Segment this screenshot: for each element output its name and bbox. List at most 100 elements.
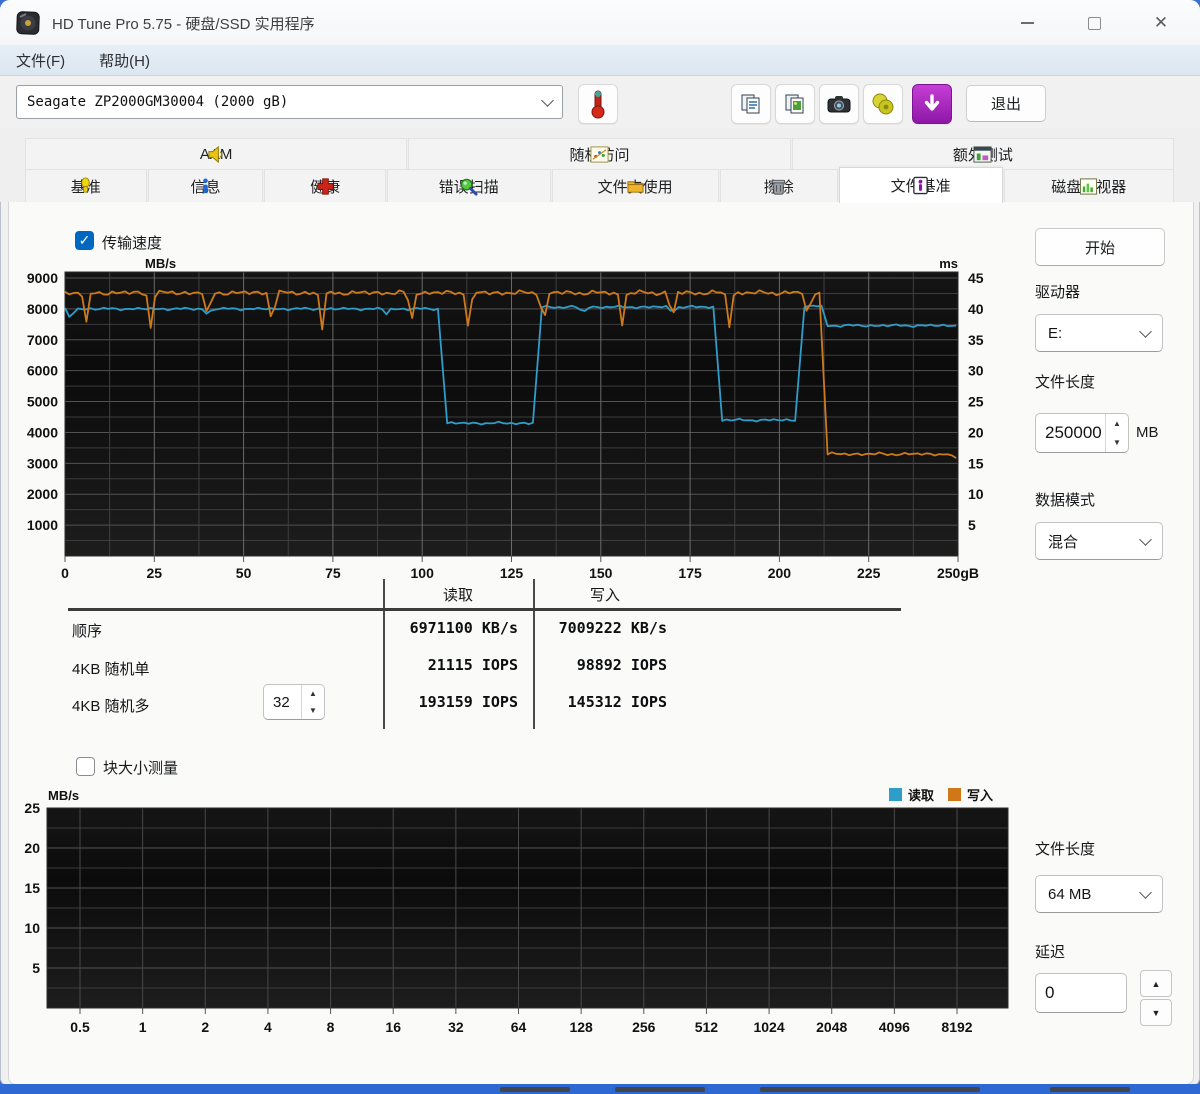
svg-text:ms: ms [939,256,958,271]
row-label-sequential: 顺序 [72,623,103,640]
data-mode-value: 混合 [1048,533,1079,551]
svg-text:40: 40 [968,301,984,317]
svg-text:4096: 4096 [879,1019,910,1035]
4k-single-read-value: 21115 IOPS [427,656,518,674]
menu-bar: 文件(F) 帮助(H) [0,45,1200,76]
tab-error-scan[interactable]: 错误扫描 [386,169,551,202]
exit-button[interactable]: 退出 [966,85,1046,122]
svg-text:25: 25 [968,394,984,410]
file-length-spinner[interactable]: 250000 ▲ ▼ [1035,413,1129,453]
temperature-button[interactable] [578,84,618,124]
trash-icon [772,179,786,195]
svg-text:9000: 9000 [27,270,58,286]
chevron-down-icon [1139,532,1152,546]
delay-down-button[interactable]: ▼ [1140,999,1172,1026]
drive-dropdown[interactable]: E: [1035,314,1163,352]
minimize-button[interactable] [1012,12,1042,34]
transfer-speed-chart: 9000800070006000500040003000200010004540… [27,256,984,581]
col-header-read: 读取 [442,587,473,604]
svg-text:64: 64 [511,1019,527,1035]
svg-text:0: 0 [61,565,69,581]
tab-extra-tests[interactable]: 额外测试 [791,138,1174,169]
tab-disk-monitor[interactable]: 磁盘监视器 [1003,169,1175,202]
delay-input[interactable]: 0 [1035,973,1127,1013]
tab-file-benchmark[interactable]: 文件基准 [838,167,1003,203]
camera-icon [827,96,851,113]
delay-label: 延迟 [1035,944,1066,961]
svg-text:MB/s: MB/s [145,256,176,271]
drive-selector-value: Seagate ZP2000GM30004 (2000 gB) [27,94,289,110]
file-length2-dropdown[interactable]: 64 MB [1035,875,1163,913]
copy-text-icon [741,94,760,114]
tab-strip: AAM 随机访问 额外测试 基准 信息 健康 [0,128,1200,203]
tab-info[interactable]: 信息 [147,169,264,202]
sequential-write-value: 7009222 KB/s [558,619,667,637]
svg-text:256: 256 [632,1019,656,1035]
spin-down-icon: ▼ [309,706,317,715]
minimize-icon [1020,22,1034,24]
tab-aam[interactable]: AAM [25,138,408,169]
queue-depth-spin-buttons[interactable]: ▲ ▼ [301,685,324,719]
tab-random-access[interactable]: 随机访问 [408,138,791,169]
delay-up-button[interactable]: ▲ [1140,970,1172,997]
svg-text:175: 175 [678,565,702,581]
svg-text:8: 8 [327,1019,335,1035]
start-button[interactable]: 开始 [1035,228,1165,266]
block-size-checkbox[interactable] [76,757,95,776]
svg-text:15: 15 [24,880,40,896]
copy-image-button[interactable] [775,84,815,124]
data-mode-dropdown[interactable]: 混合 [1035,522,1163,560]
svg-text:2048: 2048 [816,1019,847,1035]
close-button[interactable]: ✕ [1146,12,1176,34]
svg-text:6000: 6000 [27,363,58,379]
svg-text:250gB: 250gB [937,565,979,581]
thermometer-icon [591,90,605,119]
magnifier-icon [460,178,478,196]
folder-icon [627,180,644,193]
svg-text:8192: 8192 [941,1019,972,1035]
file-length-spin-buttons[interactable]: ▲ ▼ [1105,414,1128,452]
svg-text:2000: 2000 [27,486,58,502]
svg-text:125: 125 [500,565,524,581]
4k-multi-read-value: 193159 IOPS [418,693,518,711]
svg-text:32: 32 [448,1019,464,1035]
disks-icon [872,93,894,115]
svg-text:150: 150 [589,565,613,581]
menu-file[interactable]: 文件(F) [16,50,65,71]
maximize-icon [1087,16,1101,30]
table-header-rule [68,608,901,611]
svg-text:200: 200 [768,565,792,581]
svg-text:15: 15 [968,455,984,471]
tab-erase[interactable]: 擦除 [719,169,838,202]
file-length-label: 文件长度 [1035,374,1096,391]
maximize-button[interactable] [1079,12,1109,34]
svg-text:0.5: 0.5 [70,1019,90,1035]
file-length-value: 250000 [1045,423,1102,442]
file-length2-value: 64 MB [1048,885,1092,903]
drive-selector[interactable]: Seagate ZP2000GM30004 (2000 gB) [16,85,563,119]
svg-text:7000: 7000 [27,332,58,348]
update-button[interactable] [912,84,952,124]
exit-button-label: 退出 [990,96,1021,113]
health-cross-icon [317,177,334,195]
svg-text:50: 50 [236,565,252,581]
queue-depth-spinner[interactable]: 32 ▲ ▼ [263,684,325,720]
tab-folder-usage[interactable]: 文件夹使用 [551,169,719,202]
spin-up-icon: ▲ [309,689,317,698]
tab-benchmark[interactable]: 基准 [25,169,147,202]
menu-help[interactable]: 帮助(H) [99,50,150,71]
svg-text:512: 512 [695,1019,719,1035]
svg-text:3000: 3000 [27,455,58,471]
screenshot-button[interactable] [819,84,859,124]
transfer-speed-label: 传输速度 [102,235,163,252]
svg-text:16: 16 [385,1019,401,1035]
col-header-write: 写入 [589,587,620,604]
data-mode-label: 数据模式 [1035,492,1096,509]
copy-text-button[interactable] [731,84,771,124]
svg-text:8000: 8000 [27,301,58,317]
check-icon: ✓ [78,232,91,248]
save-results-button[interactable] [863,84,903,124]
tab-health[interactable]: 健康 [264,169,386,202]
file-length2-label: 文件长度 [1035,841,1096,858]
transfer-speed-checkbox[interactable]: ✓ [75,231,94,250]
